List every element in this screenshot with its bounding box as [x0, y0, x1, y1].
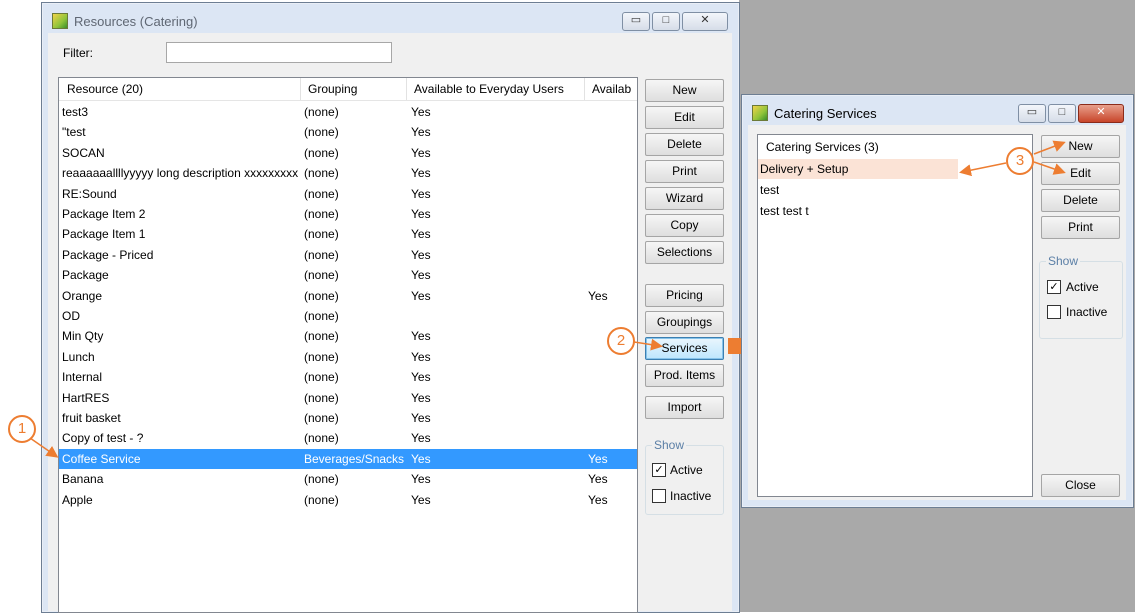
- callout-2: 2: [607, 327, 635, 355]
- callout-3: 3: [1006, 147, 1034, 175]
- callout-arrows-icon: [29, 140, 1066, 458]
